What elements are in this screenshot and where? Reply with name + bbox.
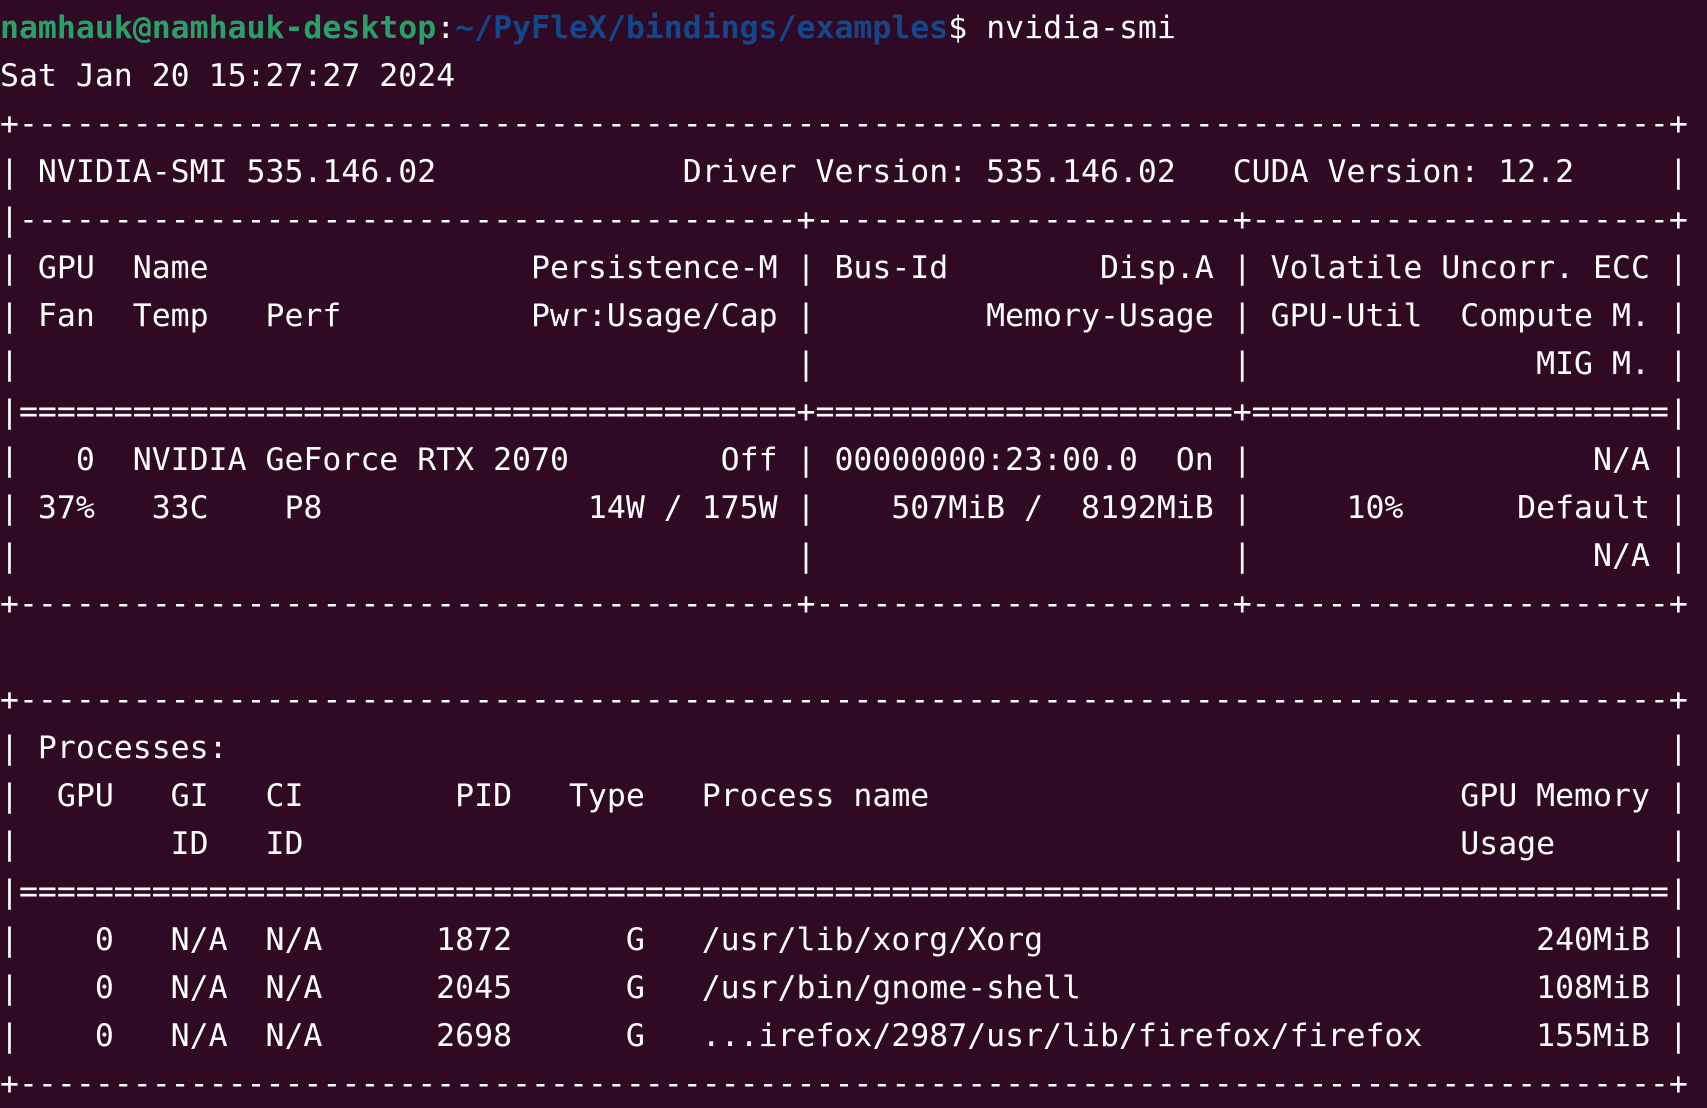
process-table-title: | Processes: | [0, 730, 1688, 766]
process-row: | 0 N/A N/A 1872 G /usr/lib/xorg/Xorg 24… [0, 922, 1688, 958]
gpu-table-bottom-border: +---------------------------------------… [0, 586, 1688, 622]
process-header-row-2: | ID ID Usage | [0, 826, 1688, 862]
prompt-line: namhauk@namhauk-desktop:~/PyFleX/binding… [0, 4, 1707, 52]
gpu-table-separator: |---------------------------------------… [0, 202, 1688, 238]
gpu-header-row-3: | | | MIG M. | [0, 346, 1688, 382]
smi-version-line: | NVIDIA-SMI 535.146.02 Driver Version: … [0, 154, 1688, 190]
prompt-path: ~/PyFleX/bindings/examples [455, 10, 949, 46]
process-table-top-border: +---------------------------------------… [0, 682, 1688, 718]
process-header-divider: |=======================================… [0, 874, 1688, 910]
gpu-table-top-border: +---------------------------------------… [0, 106, 1688, 142]
process-row: | 0 N/A N/A 2045 G /usr/bin/gnome-shell … [0, 970, 1688, 1006]
process-header-row-1: | GPU GI CI PID Type Process name GPU Me… [0, 778, 1688, 814]
gpu-row-2: | 37% 33C P8 14W / 175W | 507MiB / 8192M… [0, 490, 1688, 526]
process-row: | 0 N/A N/A 2698 G ...irefox/2987/usr/li… [0, 1018, 1688, 1054]
command-text: nvidia-smi [986, 10, 1176, 46]
prompt-user-host: namhauk@namhauk-desktop [0, 10, 437, 46]
gpu-row-1: | 0 NVIDIA GeForce RTX 2070 Off | 000000… [0, 442, 1688, 478]
terminal-window[interactable]: namhauk@namhauk-desktop:~/PyFleX/binding… [0, 0, 1707, 1102]
prompt-separator: : [436, 10, 456, 46]
process-table-bottom-border: +---------------------------------------… [0, 1066, 1688, 1102]
gpu-header-row-1: | GPU Name Persistence-M | Bus-Id Disp.A… [0, 250, 1688, 286]
prompt-symbol: $ [948, 10, 987, 46]
gpu-header-divider: |=======================================… [0, 394, 1688, 430]
gpu-header-row-2: | Fan Temp Perf Pwr:Usage/Cap | Memory-U… [0, 298, 1688, 334]
gpu-row-3: | | | N/A | [0, 538, 1688, 574]
output-date: Sat Jan 20 15:27:27 2024 [0, 58, 456, 94]
